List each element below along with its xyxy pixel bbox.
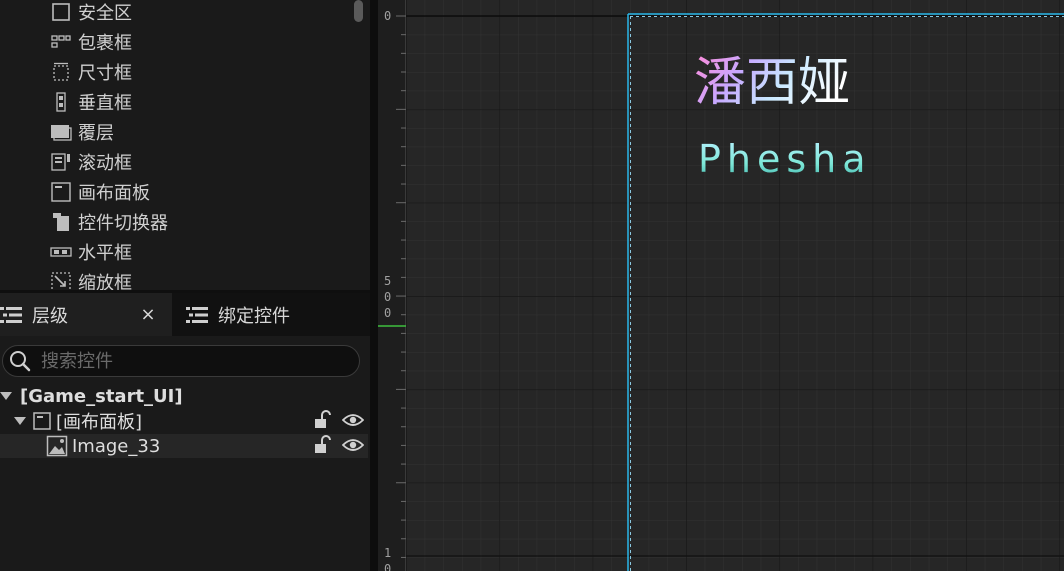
panel-splitter[interactable] [370, 0, 378, 571]
scroll-box-icon [50, 151, 72, 173]
tab-hierarchy[interactable]: 层级 × [0, 293, 172, 336]
palette-item-wrap-box[interactable]: 包裹框 [50, 27, 132, 57]
vertical-box-icon [50, 91, 72, 113]
palette-item-widget-switcher[interactable]: 控件切换器 [50, 207, 168, 237]
size-box-icon [50, 61, 72, 83]
tab-bar: 层级 × 绑定控件 [0, 293, 370, 336]
vertical-ruler: 0 5 0 0 1 0 [378, 0, 406, 571]
tree-root-label: [Game_start_UI] [20, 385, 183, 407]
palette-item-overlay[interactable]: 覆层 [50, 117, 114, 147]
widget-switcher-icon [50, 211, 72, 233]
palette-label: 控件切换器 [78, 213, 168, 234]
palette-item-safe-zone[interactable]: 安全区 [50, 0, 132, 27]
palette-label: 滚动框 [78, 153, 132, 174]
row-actions [312, 435, 364, 455]
title-chinese-text: 潘西娅 [694, 53, 850, 113]
canvas-panel-icon [33, 412, 51, 430]
ruler-ticks [378, 15, 406, 558]
palette-label: 缩放框 [78, 273, 132, 290]
scale-box-icon [50, 271, 72, 290]
tab-close-button[interactable]: × [137, 303, 159, 325]
image-widget-icon [46, 435, 68, 457]
palette-label: 尺寸框 [78, 63, 132, 84]
row-actions [312, 410, 364, 430]
title-english-text: Phesha [698, 137, 872, 181]
tree-row-canvas-panel[interactable]: [画布面板] [0, 409, 368, 433]
overlay-icon [50, 121, 72, 143]
palette-label: 安全区 [78, 3, 132, 24]
visibility-eye-icon[interactable] [342, 412, 364, 428]
expand-arrow-icon[interactable] [0, 392, 12, 400]
palette-label: 画布面板 [78, 183, 150, 204]
search-icon [10, 351, 31, 372]
designer-canvas[interactable]: 0 5 0 0 1 0 潘西娅 Phesha [378, 0, 1064, 571]
tab-hierarchy-label: 层级 [32, 305, 68, 327]
horizontal-box-icon [50, 241, 72, 263]
palette-label: 水平框 [78, 243, 132, 264]
palette-item-horizontal-box[interactable]: 水平框 [50, 237, 132, 267]
search-input[interactable] [39, 349, 333, 373]
unlock-icon[interactable] [312, 435, 332, 455]
palette-item-scale-box[interactable]: 缩放框 [50, 267, 132, 290]
tab-bind-widgets-label: 绑定控件 [218, 305, 290, 327]
hierarchy-list-icon [0, 305, 22, 325]
safe-zone-icon [50, 1, 72, 23]
palette-item-scroll-box[interactable]: 滚动框 [50, 147, 132, 177]
tree-image-label: Image_33 [72, 435, 161, 457]
palette-scrollbar[interactable] [354, 0, 363, 22]
palette-list: 安全区 包裹框 尺寸框 垂直框 覆层 滚动框 画布面板 控件切换器 水平框 缩放… [0, 0, 350, 290]
search-box[interactable] [2, 345, 360, 377]
canvas-panel-icon [50, 181, 72, 203]
palette-label: 垂直框 [78, 93, 132, 114]
tree-row-root[interactable]: [Game_start_UI] [0, 384, 368, 408]
palette-item-size-box[interactable]: 尺寸框 [50, 57, 132, 87]
palette-label: 包裹框 [78, 33, 132, 54]
tree-canvas-label: [画布面板] [56, 412, 143, 433]
bind-widgets-list-icon [186, 305, 208, 325]
visibility-eye-icon[interactable] [342, 437, 364, 453]
tree-row-image[interactable]: Image_33 [0, 434, 368, 458]
palette-label: 覆层 [78, 123, 114, 144]
palette-item-canvas-panel[interactable]: 画布面板 [50, 177, 150, 207]
wrap-box-icon [50, 31, 72, 53]
tab-bind-widgets[interactable]: 绑定控件 [178, 293, 368, 336]
expand-arrow-icon[interactable] [14, 417, 26, 425]
unlock-icon[interactable] [312, 410, 332, 430]
design-grid: 潘西娅 Phesha [406, 0, 1064, 571]
palette-item-vertical-box[interactable]: 垂直框 [50, 87, 132, 117]
